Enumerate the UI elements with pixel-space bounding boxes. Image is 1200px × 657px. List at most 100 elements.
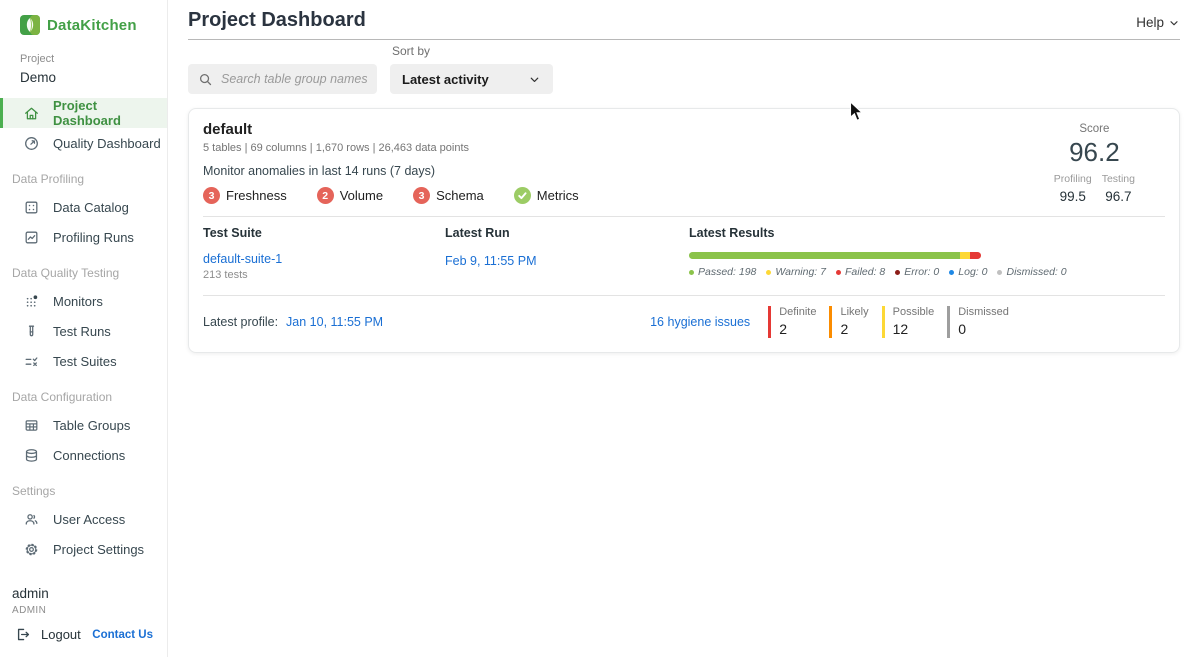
logout-button[interactable]: Logout [14, 626, 81, 643]
check-circle-icon [514, 187, 531, 204]
latest-profile: Latest profile: Jan 10, 11:55 PM [203, 315, 383, 329]
latest-profile-label: Latest profile: [203, 315, 278, 329]
sidebar-bottom: admin ADMIN Logout Contact Us [0, 586, 167, 657]
sidebar-item-profiling-runs[interactable]: Profiling Runs [0, 222, 167, 252]
alert-count-icon: 3 [203, 187, 220, 204]
help-menu[interactable]: Help [1136, 15, 1180, 32]
issue-value: 12 [893, 321, 935, 337]
sidebar-item-label: Profiling Runs [53, 230, 134, 245]
sidebar-item-project-settings[interactable]: Project Settings [0, 534, 167, 564]
sidebar-item-project-dashboard[interactable]: Project Dashboard [0, 98, 167, 128]
results-legend: Passed: 198 Warning: 7 Failed: 8 Error: … [689, 266, 1165, 278]
sidebar-item-monitors[interactable]: Monitors [0, 286, 167, 316]
table-grid-icon [23, 417, 40, 434]
metrics-badge[interactable]: Metrics [514, 187, 579, 204]
table-group-stats: 5 tables | 69 columns | 1,670 rows | 26,… [203, 142, 579, 154]
passed-dot-icon [689, 270, 694, 275]
chevron-down-icon [528, 73, 541, 86]
test-tube-icon [23, 323, 40, 340]
test-suite-link[interactable]: default-suite-1 [203, 252, 445, 266]
badge-label: Volume [340, 188, 383, 203]
badge-label: Freshness [226, 188, 287, 203]
sidebar-item-test-suites[interactable]: Test Suites [0, 346, 167, 376]
latest-results-cell: Passed: 198 Warning: 7 Failed: 8 Error: … [689, 252, 1165, 281]
issue-label: Possible [893, 306, 935, 318]
issue-label: Definite [779, 306, 816, 318]
legend-item-error: Error: 0 [895, 266, 939, 278]
testing-score-value: 96.7 [1102, 189, 1135, 204]
latest-profile-link[interactable]: Jan 10, 11:55 PM [286, 315, 383, 329]
project-block: Project Demo [0, 45, 167, 98]
sidebar-section-data-profiling: Data Profiling [0, 158, 167, 192]
search-box[interactable] [188, 64, 377, 94]
issue-label: Dismissed [958, 306, 1009, 318]
issue-value: 0 [958, 321, 1009, 337]
results-stacked-bar[interactable] [689, 252, 981, 259]
score-breakdown: Profiling 99.5 Testing 96.7 [1054, 173, 1135, 204]
hygiene-issues-link[interactable]: 16 hygiene issues [650, 315, 750, 329]
help-label: Help [1136, 15, 1164, 30]
sidebar-item-connections[interactable]: Connections [0, 440, 167, 470]
legend-item-dismissed: Dismissed: 0 [997, 266, 1066, 278]
sidebar-item-label: Table Groups [53, 418, 130, 433]
sidebar: DataKitchen Project Demo Project Dashboa… [0, 0, 168, 657]
sidebar-item-test-runs[interactable]: Test Runs [0, 316, 167, 346]
search-icon [198, 72, 213, 87]
volume-badge[interactable]: 2 Volume [317, 187, 383, 204]
app-window: DataKitchen Project Demo Project Dashboa… [0, 0, 1200, 657]
column-header-latest-run: Latest Run [445, 226, 689, 240]
test-suite-table: Test Suite Latest Run Latest Results def… [203, 216, 1165, 281]
home-icon [23, 105, 40, 122]
sidebar-item-user-access[interactable]: User Access [0, 504, 167, 534]
logout-icon [14, 626, 31, 643]
user-name: admin [12, 586, 167, 601]
badge-label: Metrics [537, 188, 579, 203]
error-dot-icon [895, 270, 900, 275]
project-name: Demo [20, 70, 167, 85]
sidebar-item-table-groups[interactable]: Table Groups [0, 410, 167, 440]
sidebar-item-label: Connections [53, 448, 125, 463]
user-role: ADMIN [12, 605, 167, 616]
warning-bar-segment [960, 252, 970, 259]
sidebar-item-label: User Access [53, 512, 125, 527]
main-content: Project Dashboard Help Sort by Latest ac… [168, 0, 1200, 657]
sidebar-item-quality-dashboard[interactable]: Quality Dashboard [0, 128, 167, 158]
latest-run-cell: Feb 9, 11:55 PM [445, 252, 689, 281]
card-top: default 5 tables | 69 columns | 1,670 ro… [203, 121, 1165, 204]
sidebar-item-label: Project Settings [53, 542, 144, 557]
issue-label: Likely [840, 306, 868, 318]
legend-item-passed: Passed: 198 [689, 266, 756, 278]
sort-dropdown[interactable]: Latest activity [390, 64, 553, 94]
table-group-title[interactable]: default [203, 121, 579, 138]
badge-label: Schema [436, 188, 484, 203]
brand-logo[interactable]: DataKitchen [0, 0, 167, 45]
dismissed-stat: Dismissed 0 [947, 306, 1009, 338]
latest-run-link[interactable]: Feb 9, 11:55 PM [445, 254, 537, 268]
alert-count-icon: 2 [317, 187, 334, 204]
sidebar-item-label: Project Dashboard [53, 98, 167, 128]
page-title: Project Dashboard [188, 9, 366, 32]
search-input[interactable] [221, 72, 367, 86]
card-footer: Latest profile: Jan 10, 11:55 PM 16 hygi… [203, 295, 1165, 342]
sidebar-item-data-catalog[interactable]: Data Catalog [0, 192, 167, 222]
chevron-down-icon [1168, 17, 1180, 29]
header: Project Dashboard Help [188, 0, 1180, 40]
sidebar-item-label: Test Runs [53, 324, 111, 339]
list-controls: Sort by Latest activity [188, 44, 1180, 94]
sidebar-item-label: Monitors [53, 294, 103, 309]
checklist-icon [23, 353, 40, 370]
profiling-score: Profiling 99.5 [1054, 173, 1092, 204]
users-icon [23, 511, 40, 528]
profiling-score-value: 99.5 [1054, 189, 1092, 204]
suite-cell: default-suite-1 213 tests [203, 252, 445, 281]
logout-label: Logout [41, 627, 81, 642]
freshness-badge[interactable]: 3 Freshness [203, 187, 287, 204]
testing-score: Testing 96.7 [1102, 173, 1135, 204]
contact-us-link[interactable]: Contact Us [92, 629, 153, 641]
project-label: Project [20, 53, 167, 65]
logout-row: Logout Contact Us [0, 626, 167, 657]
datakitchen-logo-icon [20, 15, 40, 35]
anomalies-label: Monitor anomalies in last 14 runs (7 day… [203, 164, 579, 178]
schema-badge[interactable]: 3 Schema [413, 187, 484, 204]
sidebar-section-data-quality-testing: Data Quality Testing [0, 252, 167, 286]
